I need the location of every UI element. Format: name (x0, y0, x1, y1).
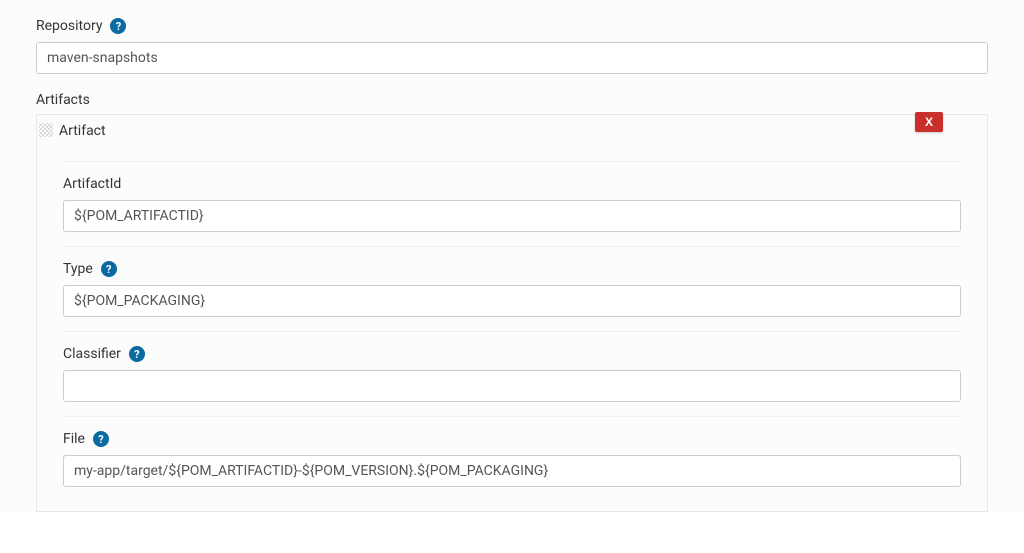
file-label: File (63, 431, 85, 447)
type-label: Type (63, 261, 93, 277)
artifact-item: X Artifact ArtifactId Type ? Classifier (36, 114, 988, 512)
type-label-row: Type ? (63, 261, 961, 277)
classifier-label-row: Classifier ? (63, 346, 961, 362)
artifactid-label-row: ArtifactId (63, 176, 961, 192)
help-icon[interactable]: ? (101, 261, 117, 277)
file-input[interactable] (63, 455, 961, 487)
help-icon[interactable]: ? (129, 346, 145, 362)
repository-label-row: Repository ? (36, 18, 988, 34)
artifactid-group: ArtifactId (63, 161, 961, 232)
help-icon[interactable]: ? (93, 431, 109, 447)
file-label-row: File ? (63, 431, 961, 447)
repository-input[interactable] (36, 42, 988, 74)
classifier-group: Classifier ? (63, 331, 961, 402)
help-icon[interactable]: ? (110, 18, 126, 34)
artifactid-label: ArtifactId (63, 176, 121, 192)
artifactid-input[interactable] (63, 200, 961, 232)
artifact-header: Artifact (37, 115, 987, 161)
file-group: File ? (63, 416, 961, 487)
type-input[interactable] (63, 285, 961, 317)
repository-group: Repository ? (36, 18, 988, 74)
classifier-label: Classifier (63, 346, 121, 362)
artifacts-section-label: Artifacts (36, 92, 988, 108)
form-container: Repository ? Artifacts X Artifact Artifa… (0, 0, 1024, 512)
artifact-body: ArtifactId Type ? Classifier ? (37, 161, 987, 511)
repository-label: Repository (36, 18, 102, 34)
type-group: Type ? (63, 246, 961, 317)
classifier-input[interactable] (63, 370, 961, 402)
